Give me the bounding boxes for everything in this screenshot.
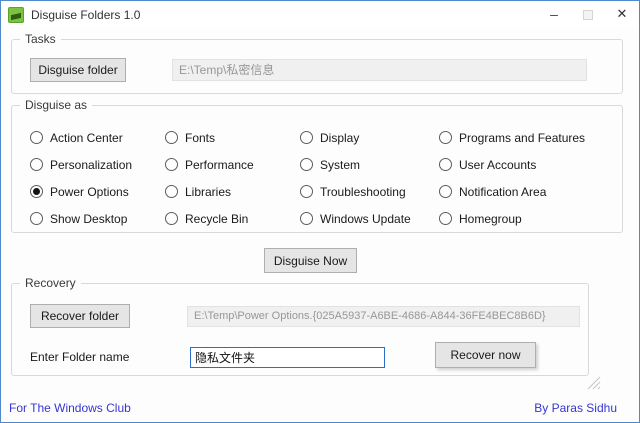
- window-title: Disguise Folders 1.0: [31, 1, 140, 29]
- radio-label: Show Desktop: [50, 212, 127, 226]
- radio-option-show-desktop[interactable]: Show Desktop: [30, 212, 165, 226]
- windows-club-link[interactable]: For The Windows Club: [9, 401, 131, 415]
- radio-label: Homegroup: [459, 212, 522, 226]
- radio-option-action-center[interactable]: Action Center: [30, 131, 165, 145]
- radio-icon-personalization[interactable]: [30, 158, 43, 171]
- recovery-group: Recovery Recover folder E:\Temp\Power Op…: [11, 283, 589, 376]
- tasks-group-label: Tasks: [20, 32, 61, 46]
- app-icon: [8, 7, 24, 23]
- close-button[interactable]: ✕: [605, 1, 639, 29]
- recovery-group-label: Recovery: [20, 276, 81, 290]
- radio-option-system[interactable]: System: [300, 158, 439, 172]
- radio-label: Troubleshooting: [320, 185, 406, 199]
- radio-option-fonts[interactable]: Fonts: [165, 131, 300, 145]
- radio-label: Action Center: [50, 131, 123, 145]
- radio-label: Notification Area: [459, 185, 546, 199]
- titlebar[interactable]: Disguise Folders 1.0 – ✕: [1, 1, 639, 29]
- radio-label: Libraries: [185, 185, 231, 199]
- radio-icon-action-center[interactable]: [30, 131, 43, 144]
- radio-option-homegroup[interactable]: Homegroup: [439, 212, 624, 226]
- author-link[interactable]: By Paras Sidhu: [534, 401, 617, 415]
- tasks-group: Tasks Disguise folder E:\Temp\私密信息: [11, 39, 623, 94]
- radio-icon-recycle-bin[interactable]: [165, 212, 178, 225]
- radio-icon-power-options[interactable]: [30, 185, 43, 198]
- radio-icon-notification-area[interactable]: [439, 185, 452, 198]
- recover-now-button[interactable]: Recover now: [435, 342, 536, 368]
- radio-icon-windows-update[interactable]: [300, 212, 313, 225]
- disguise-path-field[interactable]: E:\Temp\私密信息: [172, 59, 587, 81]
- radio-icon-show-desktop[interactable]: [30, 212, 43, 225]
- radio-option-notification-area[interactable]: Notification Area: [439, 185, 624, 199]
- radio-icon-troubleshooting[interactable]: [300, 185, 313, 198]
- radio-icon-system[interactable]: [300, 158, 313, 171]
- folder-name-label: Enter Folder name: [30, 350, 129, 364]
- recover-path-field[interactable]: E:\Temp\Power Options.{025A5937-A6BE-468…: [187, 306, 580, 327]
- disguise-as-group-label: Disguise as: [20, 98, 92, 112]
- radio-option-recycle-bin[interactable]: Recycle Bin: [165, 212, 300, 226]
- radio-label: Recycle Bin: [185, 212, 248, 226]
- radio-label: Windows Update: [320, 212, 411, 226]
- disguise-as-group: Disguise as Action Center Personalizatio…: [11, 105, 623, 233]
- radio-label: Fonts: [185, 131, 215, 145]
- radio-option-libraries[interactable]: Libraries: [165, 185, 300, 199]
- radio-label: User Accounts: [459, 158, 536, 172]
- radio-label: Personalization: [50, 158, 132, 172]
- radio-icon-homegroup[interactable]: [439, 212, 452, 225]
- disguise-options-grid: Action Center Personalization Power Opti…: [30, 124, 624, 232]
- radio-icon-libraries[interactable]: [165, 185, 178, 198]
- minimize-button[interactable]: –: [537, 1, 571, 29]
- radio-option-power-options[interactable]: Power Options: [30, 185, 165, 199]
- app-window: Disguise Folders 1.0 – ✕ Tasks Disguise …: [0, 0, 640, 423]
- radio-icon-user-accounts[interactable]: [439, 158, 452, 171]
- radio-option-windows-update[interactable]: Windows Update: [300, 212, 439, 226]
- radio-icon-fonts[interactable]: [165, 131, 178, 144]
- radio-label: Power Options: [50, 185, 129, 199]
- radio-label: Display: [320, 131, 359, 145]
- folder-name-input[interactable]: [190, 347, 385, 368]
- radio-option-troubleshooting[interactable]: Troubleshooting: [300, 185, 439, 199]
- disguise-folder-button[interactable]: Disguise folder: [30, 58, 126, 82]
- maximize-icon: [583, 10, 593, 20]
- radio-option-user-accounts[interactable]: User Accounts: [439, 158, 624, 172]
- radio-label: Programs and Features: [459, 131, 585, 145]
- radio-icon-performance[interactable]: [165, 158, 178, 171]
- radio-option-performance[interactable]: Performance: [165, 158, 300, 172]
- radio-option-display[interactable]: Display: [300, 131, 439, 145]
- radio-option-personalization[interactable]: Personalization: [30, 158, 165, 172]
- radio-icon-display[interactable]: [300, 131, 313, 144]
- disguise-now-button[interactable]: Disguise Now: [264, 248, 357, 273]
- maximize-button: [571, 1, 605, 29]
- radio-label: Performance: [185, 158, 254, 172]
- recover-folder-button[interactable]: Recover folder: [30, 304, 130, 328]
- radio-icon-programs-and-features[interactable]: [439, 131, 452, 144]
- radio-label: System: [320, 158, 360, 172]
- radio-option-programs-and-features[interactable]: Programs and Features: [439, 131, 624, 145]
- resize-grip[interactable]: [585, 374, 602, 391]
